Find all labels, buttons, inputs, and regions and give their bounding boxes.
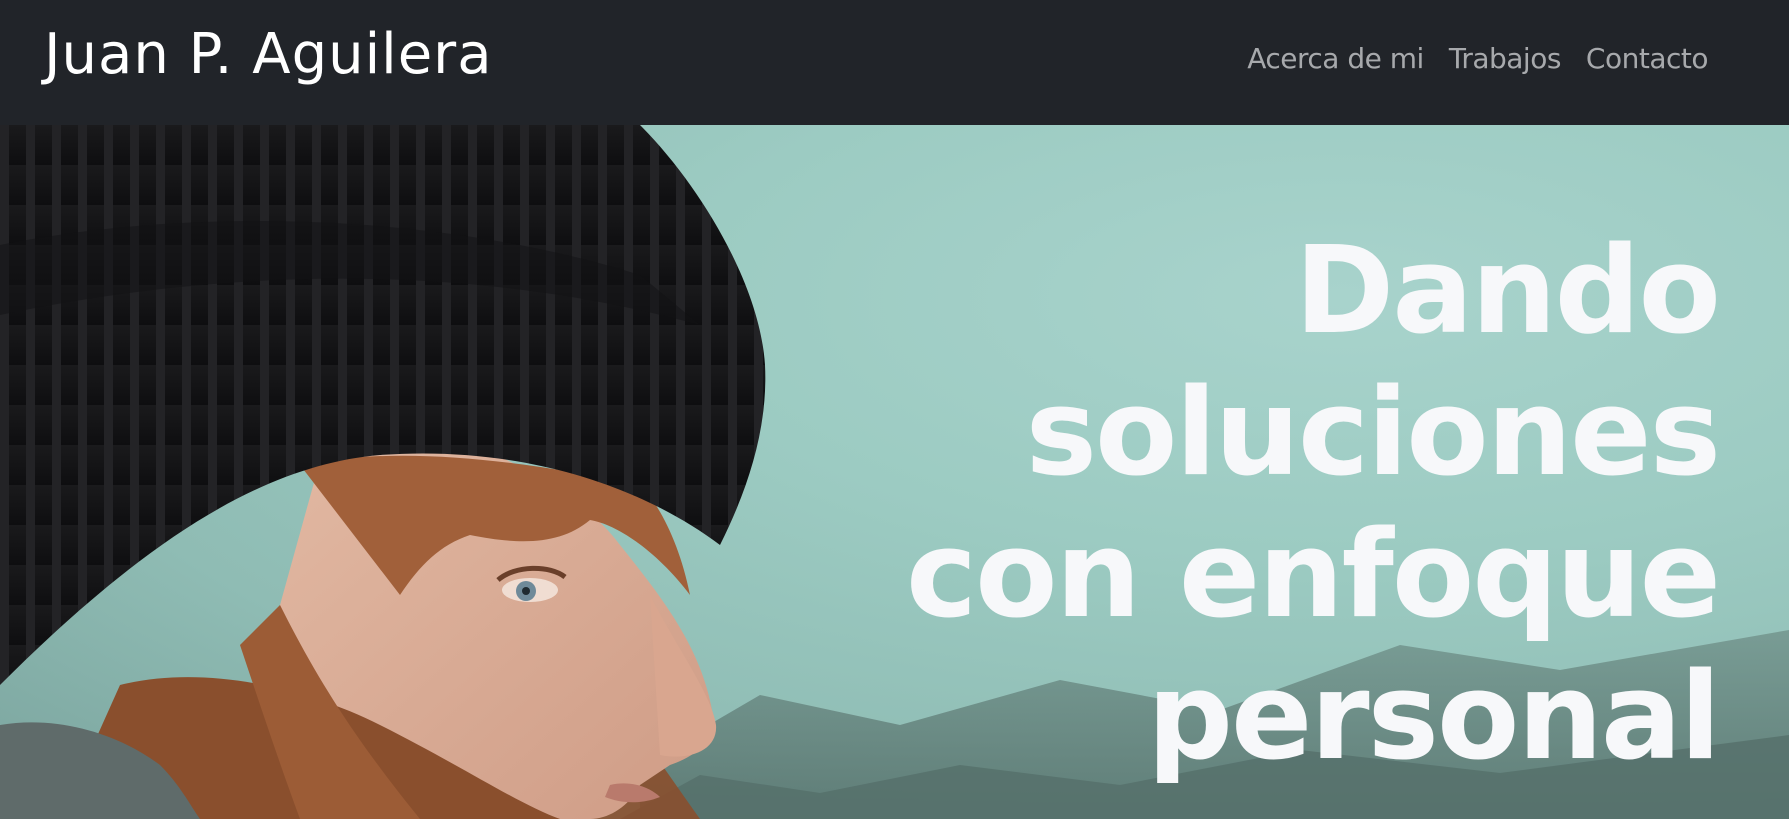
nav-link-acerca[interactable]: Acerca de mi	[1247, 42, 1424, 75]
nav-link-contacto[interactable]: Contacto	[1586, 42, 1709, 75]
nav-links: Acerca de mi Trabajos Contacto	[1247, 42, 1708, 75]
nav-link-trabajos[interactable]: Trabajos	[1449, 42, 1562, 75]
brand-logo[interactable]: Juan P. Aguilera	[44, 22, 493, 87]
hero-section: Dando soluciones con enfoque personal	[0, 125, 1789, 819]
hero-headline: Dando soluciones con enfoque personal	[906, 222, 1721, 787]
navbar: Juan P. Aguilera Acerca de mi Trabajos C…	[0, 0, 1789, 125]
